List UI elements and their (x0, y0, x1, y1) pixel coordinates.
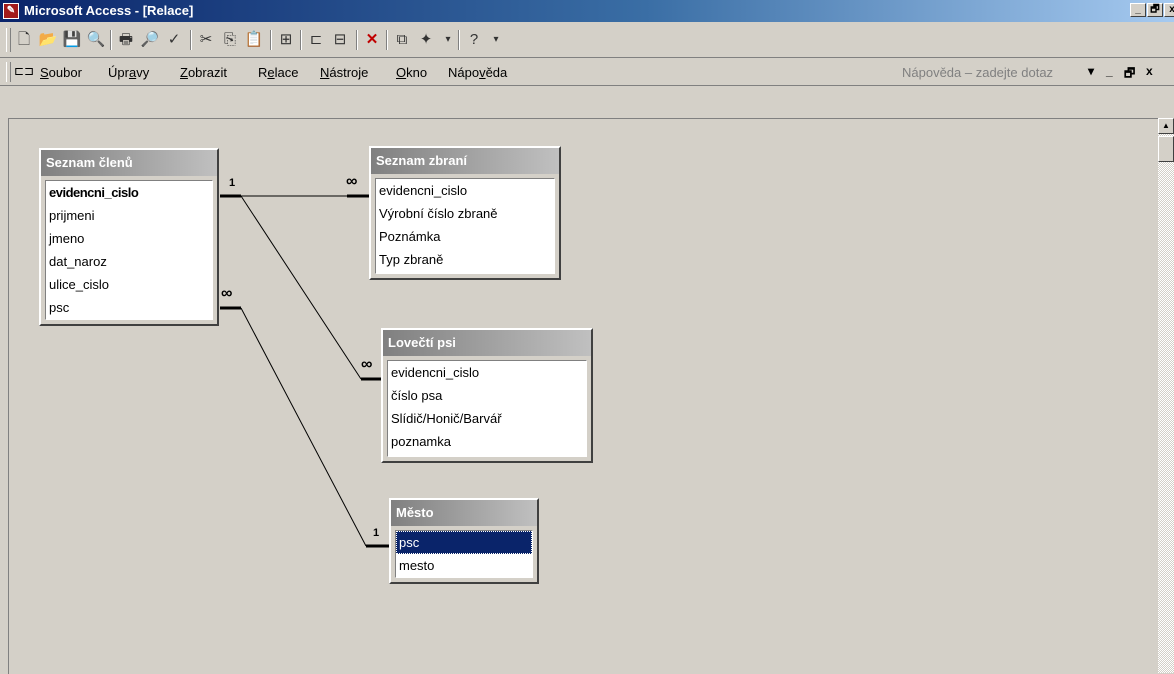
menubar-grip[interactable] (6, 62, 11, 82)
scroll-up-icon[interactable]: ▲ (1158, 118, 1174, 134)
field-item[interactable]: Typ zbraně (376, 248, 554, 271)
field-item[interactable]: poznamka (388, 430, 586, 453)
field-item-selected[interactable]: psc (396, 531, 532, 554)
menu-nastroje[interactable]: Nástroje (320, 65, 368, 80)
help-icon[interactable]: ? (464, 30, 484, 50)
field-item[interactable]: Poznámka (376, 225, 554, 248)
field-item[interactable]: jmeno (46, 227, 212, 250)
field-item[interactable]: Slídič/Honič/Barvář (388, 407, 586, 430)
print-preview-icon[interactable]: 🔎 (140, 30, 160, 50)
field-item[interactable]: ulice_cislo (46, 273, 212, 296)
help-dropdown-icon[interactable]: ▾ (1088, 64, 1094, 78)
new-object-dropdown-icon[interactable]: ▾ (438, 30, 458, 50)
relation-clenove-psi (240, 195, 381, 381)
direct-relationships-icon[interactable]: ⊏ (306, 30, 326, 50)
new-icon[interactable]: 🗋 (14, 30, 34, 50)
field-item[interactable]: evidencni_cislo (376, 179, 554, 202)
minimize-button[interactable]: _ (1130, 3, 1146, 17)
cardinality-many-label: ∞ (221, 285, 233, 302)
table-title[interactable]: Seznam zbraní (371, 148, 559, 174)
menu-napoveda[interactable]: Nápověda (448, 65, 507, 80)
field-item[interactable]: Výrobní číslo zbraně (376, 202, 554, 225)
save-icon[interactable]: 💾 (62, 30, 82, 50)
menu-bar: ⊏⊐ Soubor Úpravy Zobrazit Relace Nástroj… (0, 58, 1174, 86)
child-close-button[interactable]: x (1146, 64, 1153, 78)
cardinality-many-label: ∞ (346, 173, 358, 190)
copy-icon[interactable]: ⎘ (220, 30, 240, 50)
database-window-icon[interactable]: ⧉ (392, 30, 412, 50)
cut-icon[interactable]: ✂ (196, 30, 216, 50)
field-list[interactable]: evidencni_cislo Výrobní číslo zbraně Poz… (375, 178, 555, 274)
menu-relace[interactable]: Relace (258, 65, 298, 80)
menu-zobrazit[interactable]: Zobrazit (180, 65, 227, 80)
field-item[interactable]: mesto (396, 554, 532, 577)
window-title: Microsoft Access - [Relace] (24, 3, 194, 18)
field-list[interactable]: evidencni_cislo prijmeni jmeno dat_naroz… (45, 180, 213, 320)
search-icon[interactable]: 🔍 (86, 30, 106, 50)
print-icon[interactable]: 🖶 (116, 30, 136, 50)
table-mesto[interactable]: Město psc mesto (389, 498, 539, 584)
show-table-icon[interactable]: ⊞ (276, 30, 296, 50)
field-item[interactable]: prijmeni (46, 204, 212, 227)
relationships-window-icon[interactable]: ⊏⊐ (14, 64, 34, 80)
help-question-input[interactable]: Nápověda – zadejte dotaz (902, 65, 1053, 80)
toolbar-options-icon[interactable]: ▾ (486, 30, 506, 50)
field-list[interactable]: evidencni_cislo číslo psa Slídič/Honič/B… (387, 360, 587, 457)
table-seznam-clenu[interactable]: Seznam členů evidencni_cislo prijmeni jm… (39, 148, 219, 326)
spelling-icon[interactable]: ✓ (164, 30, 184, 50)
table-seznam-zbrani[interactable]: Seznam zbraní evidencni_cislo Výrobní čí… (369, 146, 561, 280)
field-item[interactable]: evidencni_cislo (46, 181, 212, 204)
field-item[interactable]: dat_naroz (46, 250, 212, 273)
table-lovecti-psi[interactable]: Lovečtí psi evidencni_cislo číslo psa Sl… (381, 328, 593, 463)
menu-soubor[interactable]: Soubor (40, 65, 82, 80)
relationships-workspace[interactable]: 1 ∞ ∞ ∞ 1 Seznam členů evidencni_cislo p… (8, 118, 1159, 674)
delete-icon[interactable]: ✕ (362, 30, 382, 50)
toolbar: 🗋 📂 💾 🔍 🖶 🔎 ✓ ✂ ⎘ 📋 ⊞ ⊏ ⊟ ✕ ⧉ ✦ ▾ ? ▾ (0, 22, 1174, 58)
vertical-scrollbar[interactable]: ▲ (1158, 118, 1174, 673)
field-list[interactable]: psc mesto (395, 530, 533, 578)
relation-clenove-mesto (220, 306, 389, 548)
table-title[interactable]: Seznam členů (41, 150, 217, 176)
table-title[interactable]: Lovečtí psi (383, 330, 591, 356)
cardinality-one-label: 1 (373, 527, 380, 539)
menu-okno[interactable]: Okno (396, 65, 427, 80)
title-bar: ✎ Microsoft Access - [Relace] _ 🗗 x (0, 0, 1174, 22)
menu-upravy[interactable]: Úpravy (108, 65, 149, 80)
access-app-icon[interactable]: ✎ (3, 3, 19, 19)
toolbar-grip[interactable] (6, 28, 11, 52)
close-button[interactable]: x (1164, 3, 1174, 17)
scroll-thumb[interactable] (1158, 136, 1174, 162)
field-item[interactable]: číslo psa (388, 384, 586, 407)
table-title[interactable]: Město (391, 500, 537, 526)
field-item[interactable]: evidencni_cislo (388, 361, 586, 384)
new-object-icon[interactable]: ✦ (416, 30, 436, 50)
cardinality-many-label: ∞ (361, 356, 373, 373)
all-relationships-icon[interactable]: ⊟ (330, 30, 350, 50)
child-minimize-button[interactable]: _ (1106, 64, 1113, 78)
cardinality-one-label: 1 (229, 177, 236, 189)
field-item[interactable]: psc (46, 296, 212, 319)
child-restore-button[interactable]: 🗗 (1124, 64, 1135, 85)
open-icon[interactable]: 📂 (38, 30, 58, 50)
restore-button[interactable]: 🗗 (1147, 3, 1163, 17)
paste-icon[interactable]: 📋 (244, 30, 264, 50)
